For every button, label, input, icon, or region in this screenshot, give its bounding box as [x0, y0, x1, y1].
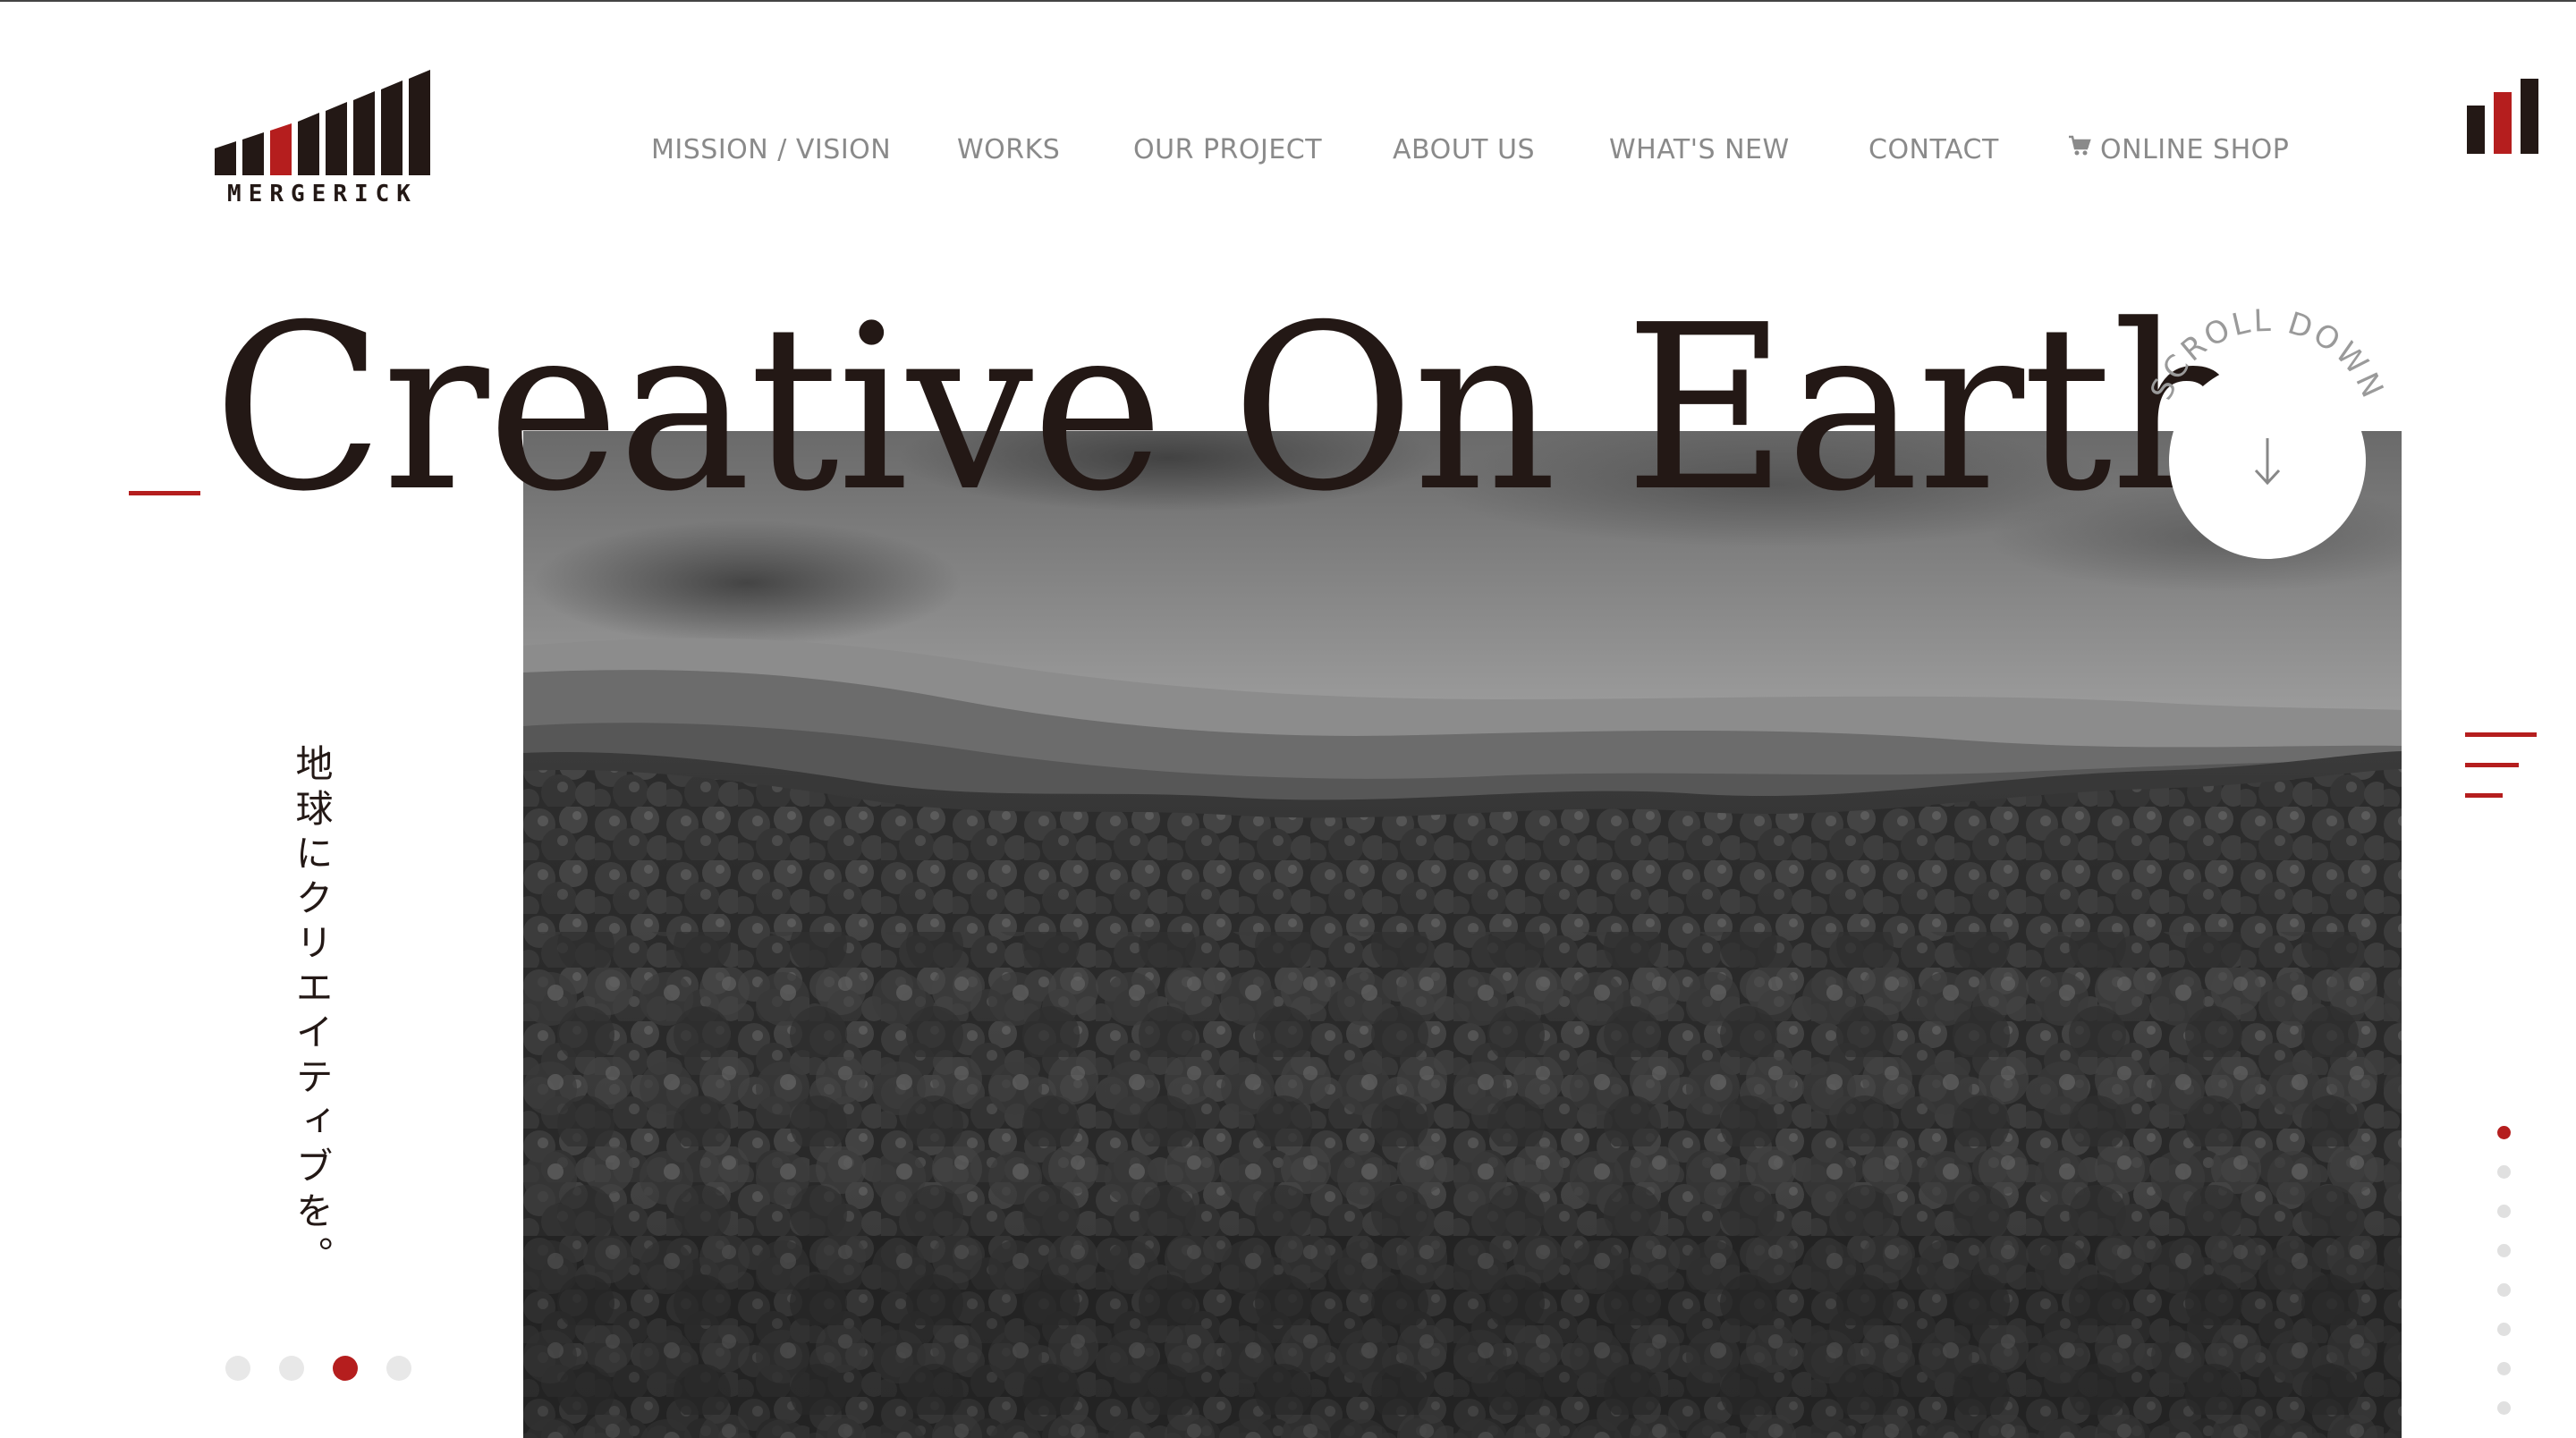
corner-logo-icon[interactable]: [2467, 79, 2540, 154]
slider-dot[interactable]: [386, 1356, 411, 1381]
scroll-down-button[interactable]: SCROLL DOWN: [2138, 303, 2397, 581]
nav-online-shop[interactable]: ONLINE SHOP: [2068, 134, 2289, 166]
slider-dot[interactable]: [279, 1356, 304, 1381]
section-dot[interactable]: [2497, 1205, 2511, 1218]
nav-about-us[interactable]: ABOUT US: [1393, 134, 1535, 165]
section-dot[interactable]: [2497, 1401, 2511, 1415]
menu-line-top: [2465, 732, 2537, 737]
section-dot[interactable]: [2497, 1126, 2511, 1139]
nav-contact[interactable]: CONTACT: [1868, 134, 1999, 165]
cart-icon: [2068, 132, 2091, 164]
homepage: MERGERICK MISSION / VISION WORKS OUR PRO…: [0, 0, 2576, 1438]
nav-our-project[interactable]: OUR PROJECT: [1133, 134, 1322, 165]
nav-online-shop-label: ONLINE SHOP: [2100, 134, 2290, 165]
logo-wordmark: MERGERICK: [227, 181, 418, 207]
nav-whats-new[interactable]: WHAT'S NEW: [1609, 134, 1790, 165]
section-dot[interactable]: [2497, 1283, 2511, 1297]
top-border: [0, 0, 2576, 2]
hero-headline: Creative On Earth: [213, 276, 2255, 542]
section-dot[interactable]: [2497, 1362, 2511, 1375]
headline-accent-dash: [129, 491, 200, 495]
menu-line-middle: [2465, 763, 2519, 767]
nav-mission-vision[interactable]: MISSION / VISION: [651, 134, 891, 165]
section-dot[interactable]: [2497, 1323, 2511, 1336]
hero-image: [523, 431, 2402, 1438]
slider-dot[interactable]: [225, 1356, 250, 1381]
slider-dot[interactable]: [333, 1356, 358, 1381]
hero-tagline-jp: 地球にクリエイティブを。: [290, 744, 334, 1281]
hamburger-menu-icon[interactable]: [2465, 729, 2540, 804]
main-nav: MISSION / VISION WORKS OUR PROJECT ABOUT…: [0, 134, 2576, 173]
menu-line-bottom: [2465, 793, 2503, 798]
section-dot[interactable]: [2497, 1244, 2511, 1257]
nav-works[interactable]: WORKS: [957, 134, 1060, 165]
section-dot[interactable]: [2497, 1165, 2511, 1179]
